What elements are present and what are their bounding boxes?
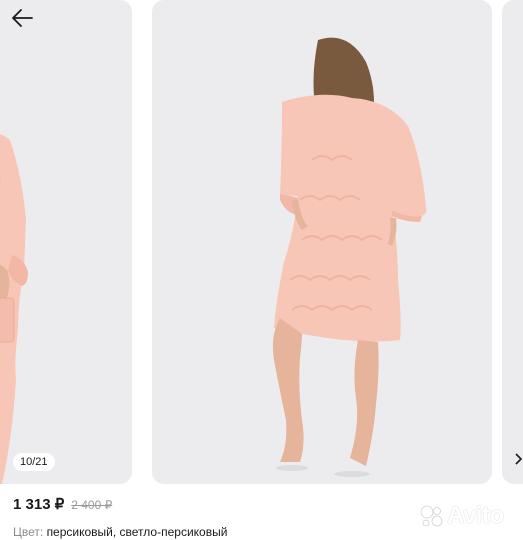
main-photo[interactable] xyxy=(152,0,492,484)
watermark-text: Avito xyxy=(447,502,504,529)
color-label: Цвет: xyxy=(13,525,47,539)
chevron-right-icon[interactable] xyxy=(514,452,523,466)
photo-counter: 10/21 xyxy=(13,453,55,471)
current-price: 1 313 ₽ xyxy=(13,496,65,513)
photo-gallery[interactable]: 10/21 xyxy=(0,0,523,484)
old-price: 2 400 ₽ xyxy=(71,498,113,512)
price-row: 1 313 ₽ 2 400 ₽ xyxy=(13,495,112,515)
back-button[interactable] xyxy=(10,6,36,30)
color-value: персиковый, светло-персиковый xyxy=(46,525,228,539)
avito-logo-icon xyxy=(420,505,443,527)
next-photo[interactable] xyxy=(502,0,523,484)
arrow-left-icon xyxy=(12,9,33,27)
avito-watermark: Avito xyxy=(418,502,504,530)
previous-photo[interactable] xyxy=(0,0,132,484)
color-info: Цвет: персиковый, светло-персиковый xyxy=(13,525,227,539)
